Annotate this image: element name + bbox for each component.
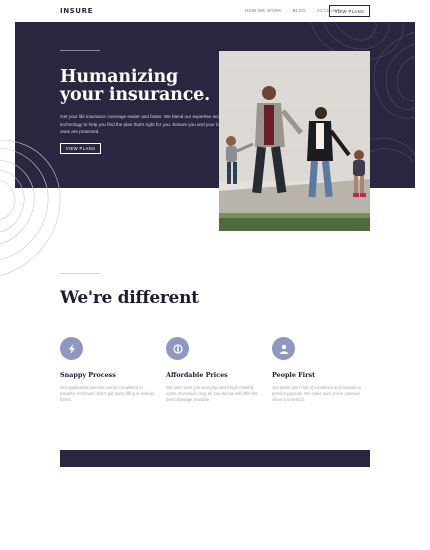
feature-title: People First <box>272 371 316 379</box>
nav-links: How we work Blog Account <box>245 8 341 13</box>
nav-link-blog[interactable]: Blog <box>293 8 306 13</box>
site-header: INSURE How we work Blog Account View pla… <box>0 0 430 22</box>
feature-title: Affordable Prices <box>166 371 228 379</box>
nav-link-how-we-work[interactable]: How we work <box>245 8 282 13</box>
logo[interactable]: INSURE <box>60 7 93 15</box>
hero-title: Humanizing your insurance. <box>60 68 220 104</box>
how-we-work-banner <box>60 450 370 467</box>
feature-snappy-process: Snappy Process Our application process c… <box>60 337 160 404</box>
snappy-icon <box>60 337 83 360</box>
price-icon <box>166 337 189 360</box>
feature-text: Our application process can be completed… <box>60 385 155 403</box>
hero-family-photo <box>219 51 370 231</box>
feature-affordable-prices: Affordable Prices We don't want you worr… <box>166 337 266 404</box>
view-plans-button-header[interactable]: View plans <box>329 5 370 17</box>
hero-description: Get your life insurance coverage easier … <box>60 114 228 134</box>
feature-text: Our plans aren't full of conditions and … <box>272 385 362 403</box>
feature-title: Snappy Process <box>60 371 116 379</box>
hero-divider <box>60 50 100 51</box>
topography-pattern-left <box>0 140 61 277</box>
hero-title-line1: Humanizing <box>60 67 179 87</box>
hero-title-line2: your insurance. <box>60 85 210 105</box>
people-icon <box>272 337 295 360</box>
feature-text: We don't want you worrying about high mo… <box>166 385 258 403</box>
feature-people-first: People First Our plans aren't full of co… <box>272 337 372 404</box>
section-title: We're different <box>60 288 199 308</box>
section-divider <box>60 273 100 274</box>
